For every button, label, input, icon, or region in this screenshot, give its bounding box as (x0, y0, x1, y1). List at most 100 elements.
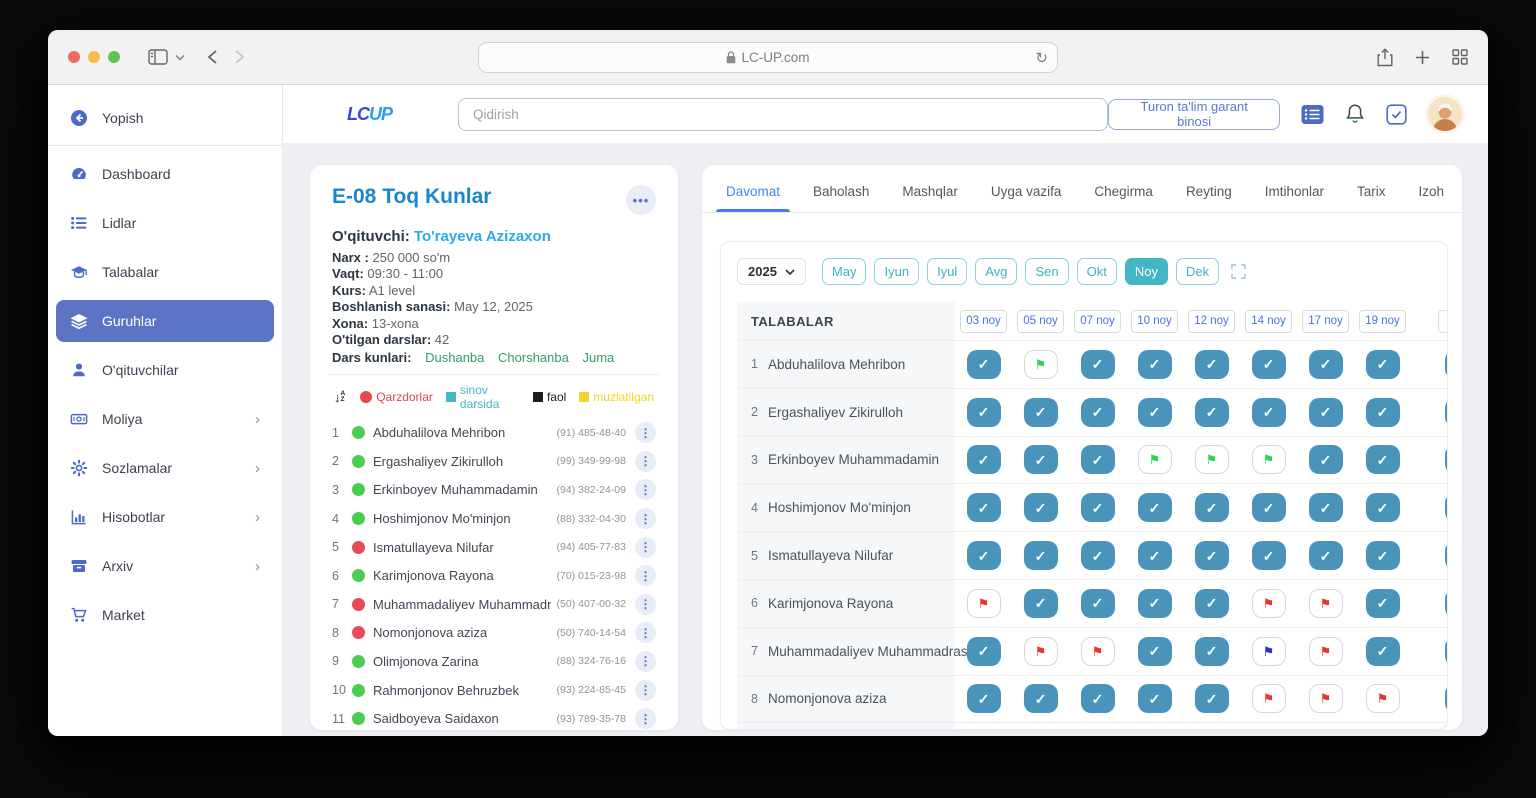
kebab-menu-button[interactable]: ⋮ (635, 508, 656, 529)
chevron-down-icon[interactable] (175, 54, 185, 61)
sidebar-item-yopish[interactable]: Yopish (48, 99, 282, 137)
tasks-icon[interactable] (1386, 104, 1407, 125)
tab-mashqlar[interactable]: Mashqlar (902, 184, 958, 212)
attendance-check[interactable]: ✓ (967, 350, 1001, 379)
student-row[interactable]: 11 Saidboyeva Saidaxon (93) 789-35-78 ⋮ (332, 704, 656, 730)
attendance-check[interactable]: ✓ (1024, 493, 1058, 522)
attendance-check[interactable]: ✓ (1309, 398, 1343, 427)
student-row[interactable]: 10 Rahmonjonov Behruzbek (93) 224-85-45 … (332, 676, 656, 705)
attendance-check[interactable]: ✓ (967, 637, 1001, 666)
date-chip[interactable]: 03 noy (960, 310, 1007, 333)
attendance-check[interactable]: ✓ (1366, 493, 1400, 522)
attendance-check[interactable]: ✓ (967, 541, 1001, 570)
close-window-button[interactable] (68, 51, 80, 63)
student-row[interactable]: 9 Olimjonova Zarina (88) 324-76-16 ⋮ (332, 647, 656, 676)
attendance-flag-green[interactable]: ⚑ (1252, 445, 1286, 474)
attendance-flag-red[interactable]: ⚑ (1309, 589, 1343, 618)
attendance-check[interactable]: ✓ (1138, 637, 1172, 666)
attendance-check[interactable]: ✓ (1024, 541, 1058, 570)
sort-az-icon[interactable]: ↓AZ (334, 390, 345, 405)
attendance-check[interactable]: ✓ (1366, 589, 1400, 618)
attendance-check[interactable]: ✓ (1366, 541, 1400, 570)
date-chip[interactable]: 19 noy (1359, 310, 1406, 333)
address-bar[interactable]: LC-UP.com ↻ (478, 42, 1058, 73)
date-chip[interactable]: 10 noy (1131, 310, 1178, 333)
month-pill-sen[interactable]: Sen (1025, 258, 1068, 285)
date-chip-clipped[interactable] (1438, 310, 1448, 333)
attendance-flag-red[interactable]: ⚑ (1024, 637, 1058, 666)
month-pill-may[interactable]: May (822, 258, 867, 285)
student-row[interactable]: 8 Nomonjonova aziza (50) 740-14-54 ⋮ (332, 619, 656, 648)
month-pill-iyun[interactable]: Iyun (874, 258, 919, 285)
tab-imtihonlar[interactable]: Imtihonlar (1265, 184, 1324, 212)
attendance-check[interactable]: ✓ (1252, 350, 1286, 379)
date-chip[interactable]: 12 noy (1188, 310, 1235, 333)
attendance-check[interactable]: ✓ (967, 493, 1001, 522)
student-row[interactable]: 1 Abduhalilova Mehribon (91) 485-48-40 ⋮ (332, 418, 656, 447)
sidebar-item-hisobotlar[interactable]: Hisobotlar › (56, 496, 274, 538)
tab-tarix[interactable]: Tarix (1357, 184, 1386, 212)
attendance-flag-red[interactable]: ⚑ (967, 589, 1001, 618)
date-chip[interactable]: 14 noy (1245, 310, 1292, 333)
attendance-check[interactable]: ✓ (1252, 493, 1286, 522)
attendance-check[interactable]: ✓ (1445, 445, 1449, 474)
attendance-flag-red[interactable]: ⚑ (1252, 589, 1286, 618)
attendance-check[interactable]: ✓ (1445, 398, 1449, 427)
search-input[interactable] (458, 98, 1108, 131)
forward-icon[interactable] (234, 49, 245, 65)
new-tab-icon[interactable] (1415, 50, 1430, 65)
attendance-check[interactable]: ✓ (1195, 541, 1229, 570)
month-pill-noy[interactable]: Noy (1125, 258, 1168, 285)
month-pill-avg[interactable]: Avg (975, 258, 1017, 285)
attendance-check[interactable]: ✓ (1138, 398, 1172, 427)
minimize-window-button[interactable] (88, 51, 100, 63)
attendance-check[interactable]: ✓ (1366, 445, 1400, 474)
attendance-check[interactable]: ✓ (1309, 445, 1343, 474)
notification-bell-icon[interactable] (1345, 103, 1365, 125)
attendance-flag-red[interactable]: ⚑ (1309, 637, 1343, 666)
avatar[interactable] (1428, 97, 1462, 131)
attendance-check[interactable]: ✓ (1024, 445, 1058, 474)
sidebar-item-lidlar[interactable]: Lidlar (56, 202, 274, 244)
sidebar-toggle-icon[interactable] (148, 49, 168, 65)
attendance-check[interactable]: ✓ (1138, 493, 1172, 522)
kebab-menu-button[interactable]: ⋮ (635, 565, 656, 586)
attendance-check[interactable]: ✓ (1195, 350, 1229, 379)
attendance-flag-red[interactable]: ⚑ (1366, 684, 1400, 713)
attendance-check[interactable]: ✓ (967, 445, 1001, 474)
attendance-check[interactable]: ✓ (1081, 350, 1115, 379)
student-row[interactable]: 6 Karimjonova Rayona (70) 015-23-98 ⋮ (332, 561, 656, 590)
attendance-check[interactable]: ✓ (1252, 398, 1286, 427)
kebab-menu-button[interactable]: ⋮ (635, 622, 656, 643)
sidebar-item-market[interactable]: Market (56, 594, 274, 636)
attendance-check[interactable]: ✓ (1081, 684, 1115, 713)
attendance-check[interactable]: ✓ (967, 398, 1001, 427)
date-chip[interactable]: 17 noy (1302, 310, 1349, 333)
tab-uyga-vazifa[interactable]: Uyga vazifa (991, 184, 1062, 212)
sidebar-item-arxiv[interactable]: Arxiv › (56, 545, 274, 587)
sidebar-item-sozlamalar[interactable]: Sozlamalar › (56, 447, 274, 489)
share-icon[interactable] (1377, 48, 1393, 67)
attendance-check[interactable]: ✓ (1081, 589, 1115, 618)
sidebar-item-dashboard[interactable]: Dashboard (56, 153, 274, 195)
tab-reyting[interactable]: Reyting (1186, 184, 1232, 212)
student-row[interactable]: 3 Erkinboyev Muhammadamin (94) 382-24-09… (332, 476, 656, 505)
student-row[interactable]: 5 Ismatullayeva Nilufar (94) 405-77-83 ⋮ (332, 533, 656, 562)
kebab-menu-button[interactable]: ⋮ (635, 479, 656, 500)
zoom-window-button[interactable] (108, 51, 120, 63)
list-menu-icon[interactable] (1301, 104, 1324, 125)
more-options-button[interactable]: ••• (626, 185, 656, 215)
attendance-check[interactable]: ✓ (1138, 684, 1172, 713)
sidebar-item-o-qituvchilar[interactable]: O'qituvchilar (56, 349, 274, 391)
month-pill-okt[interactable]: Okt (1077, 258, 1117, 285)
kebab-menu-button[interactable]: ⋮ (635, 422, 656, 443)
sidebar-item-guruhlar[interactable]: Guruhlar (56, 300, 274, 342)
kebab-menu-button[interactable]: ⋮ (635, 651, 656, 672)
month-pill-iyul[interactable]: Iyul (927, 258, 967, 285)
sidebar-item-moliya[interactable]: Moliya › (56, 398, 274, 440)
attendance-flag-green[interactable]: ⚑ (1138, 445, 1172, 474)
attendance-flag-red[interactable]: ⚑ (1309, 684, 1343, 713)
sidebar-item-talabalar[interactable]: Talabalar (56, 251, 274, 293)
attendance-check[interactable]: ✓ (1195, 637, 1229, 666)
attendance-check[interactable]: ✓ (1138, 541, 1172, 570)
